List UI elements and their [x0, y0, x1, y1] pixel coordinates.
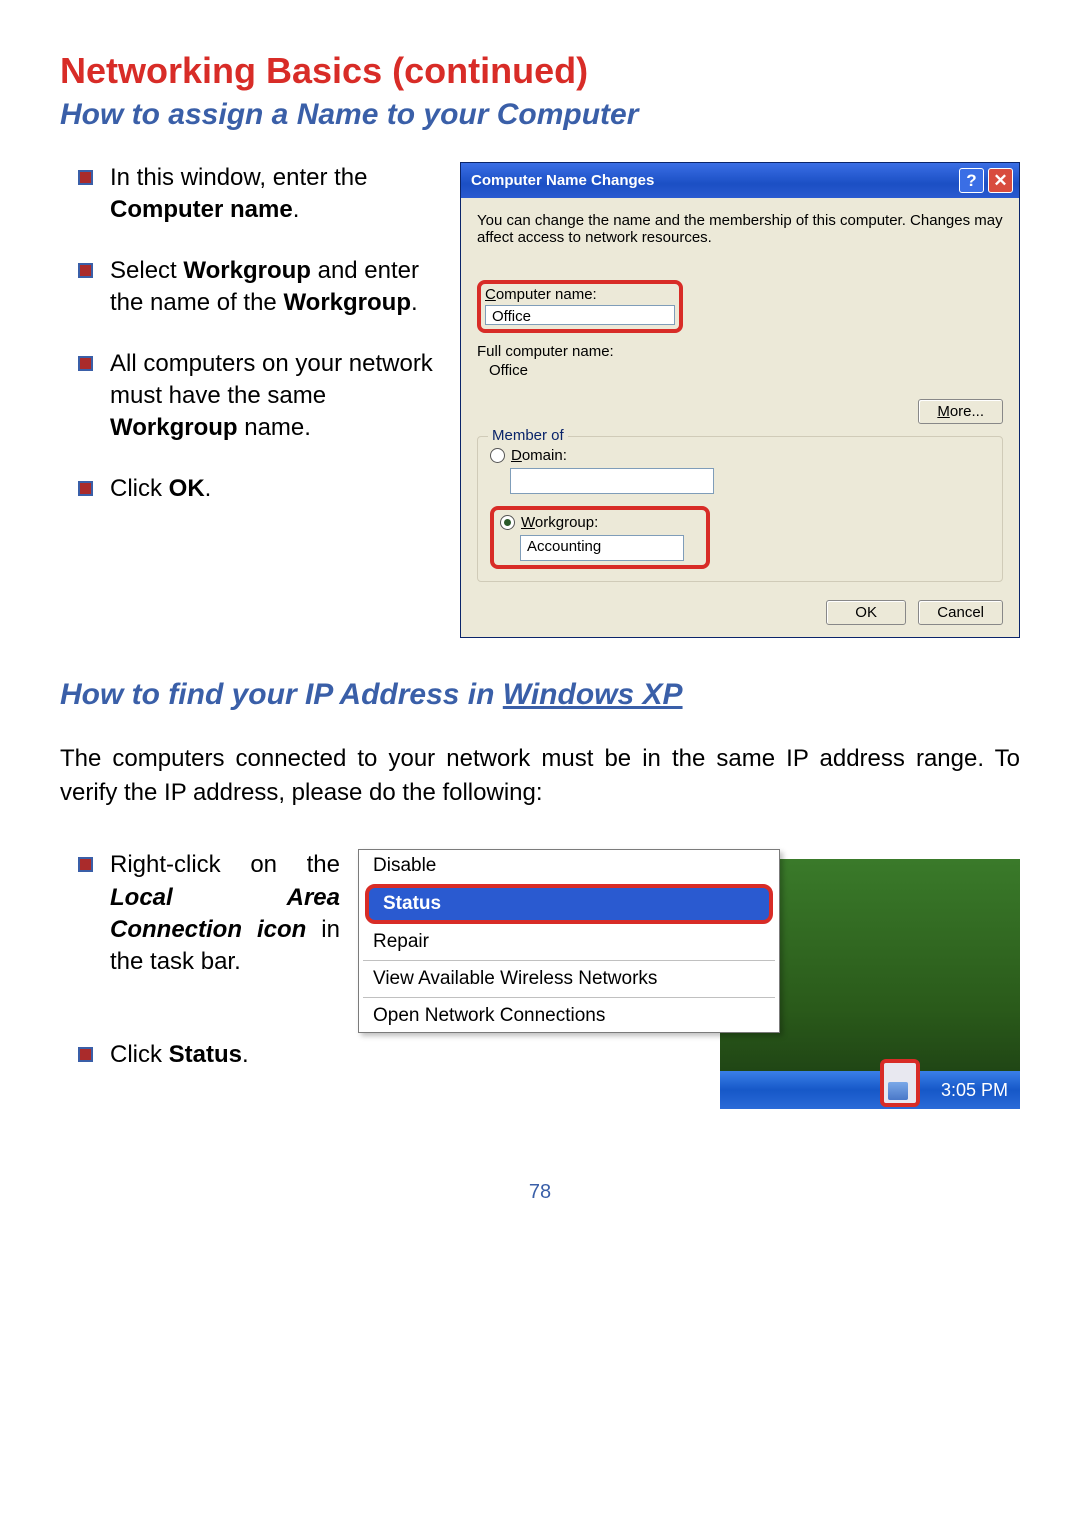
menu-separator [363, 960, 775, 961]
computer-name-highlight: Computer name: Office [477, 280, 683, 333]
cancel-button[interactable]: Cancel [918, 600, 1003, 625]
help-button[interactable]: ? [959, 168, 984, 193]
instruction-list-2: Right-click on the Local Area Connection… [60, 849, 340, 1131]
computer-name-input[interactable]: Office [485, 305, 675, 325]
list-item: Select Workgroup and enter the name of t… [60, 255, 440, 320]
list-item: All computers on your network must have … [60, 348, 440, 445]
context-menu: Disable Status Repair View Available Wir… [358, 849, 780, 1033]
network-tray-icon[interactable] [888, 1082, 908, 1100]
member-of-legend: Member of [488, 427, 568, 444]
domain-input[interactable] [510, 468, 714, 494]
domain-label: Domain: [511, 447, 567, 464]
bullet-icon [78, 481, 93, 496]
heading-main: Networking Basics (continued) [60, 50, 1020, 92]
menu-item-disable[interactable]: Disable [359, 850, 779, 882]
bullet-icon [78, 857, 93, 872]
domain-radio[interactable] [490, 448, 505, 463]
list-item: Click OK. [60, 473, 440, 505]
page-number: 78 [60, 1181, 1020, 1204]
dialog-title: Computer Name Changes [471, 172, 654, 189]
bullet-icon [78, 1047, 93, 1062]
member-of-fieldset: Member of Domain: Workgroup: Accounting [477, 436, 1003, 582]
dialog-description: You can change the name and the membersh… [477, 212, 1003, 246]
list-item: Right-click on the Local Area Connection… [60, 849, 340, 979]
screenshot-area: 3:05 PM Disable Status Repair View Avail… [358, 849, 1020, 1109]
full-computer-name-value: Office [477, 362, 1003, 379]
menu-item-status[interactable]: Status [365, 884, 773, 924]
bullet-icon [78, 356, 93, 371]
close-button[interactable]: ✕ [988, 168, 1013, 193]
workgroup-radio[interactable] [500, 515, 515, 530]
workgroup-highlight: Workgroup: Accounting [490, 506, 710, 569]
menu-separator [363, 997, 775, 998]
more-button[interactable]: More... [918, 399, 1003, 424]
full-computer-name-label: Full computer name: [477, 343, 1003, 360]
menu-item-wireless[interactable]: View Available Wireless Networks [359, 963, 779, 995]
bullet-icon [78, 170, 93, 185]
taskbar-time: 3:05 PM [941, 1080, 1008, 1101]
bullet-icon [78, 263, 93, 278]
workgroup-label: Workgroup: [521, 514, 598, 531]
dialog-titlebar: Computer Name Changes ? ✕ [461, 163, 1019, 198]
workgroup-radio-row[interactable]: Workgroup: [500, 514, 700, 531]
instruction-list-1: In this window, enter the Computer name.… [60, 162, 440, 638]
menu-item-open-connections[interactable]: Open Network Connections [359, 1000, 779, 1032]
list-item: In this window, enter the Computer name. [60, 162, 440, 227]
computer-name-label: Computer name: [485, 286, 675, 303]
ok-button[interactable]: OK [826, 600, 906, 625]
tray-icon-highlight[interactable] [880, 1059, 920, 1107]
list-item: Click Status. [60, 1039, 340, 1071]
paragraph-ip: The computers connected to your network … [60, 742, 1020, 809]
heading-sub-2: How to find your IP Address in Windows X… [60, 678, 1020, 712]
heading-sub-1: How to assign a Name to your Computer [60, 98, 1020, 132]
domain-radio-row[interactable]: Domain: [490, 447, 990, 464]
workgroup-input[interactable]: Accounting [520, 535, 684, 561]
computer-name-dialog: Computer Name Changes ? ✕ You can change… [460, 162, 1020, 638]
taskbar: 3:05 PM [720, 1071, 1020, 1109]
menu-item-repair[interactable]: Repair [359, 926, 779, 958]
